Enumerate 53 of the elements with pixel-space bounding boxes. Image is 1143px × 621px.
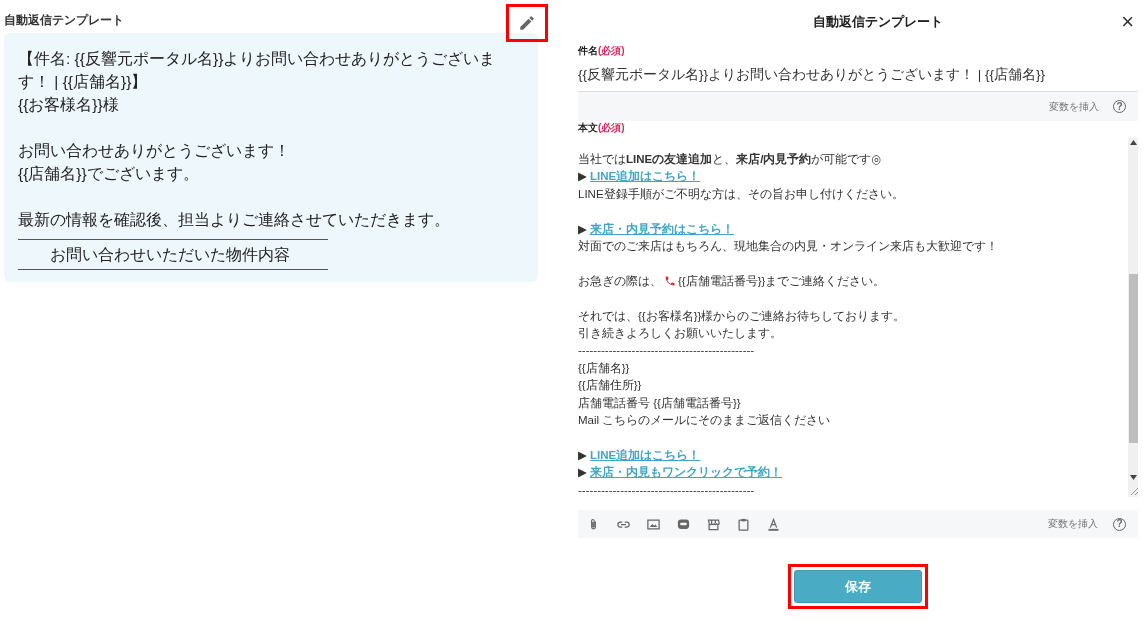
textcolor-tool-button[interactable]: [766, 516, 781, 532]
body-text: お急ぎの際は、: [578, 274, 662, 287]
insert-variable-button[interactable]: 変数を挿入: [1049, 99, 1099, 114]
preview-line: {{お客様名}}様: [18, 95, 120, 115]
triangle-marker: ▶: [578, 448, 587, 461]
field-label: 件名: [578, 44, 598, 58]
body-link[interactable]: 来店・内見もワンクリックで予約！: [590, 466, 783, 479]
body-text: {{店舗電話番号}}までご連絡ください。: [678, 274, 886, 287]
body-line: 引き続きよろしくお願いいたします。: [578, 326, 783, 341]
clipboard-tool-button[interactable]: [736, 516, 751, 532]
preview-line: 最新の情報を確認後、担当よりご連絡させていただきます。: [18, 210, 451, 230]
required-mark: (必須): [598, 44, 625, 58]
body-line: それでは、{{お客様名}}様からのご連絡お待ちしております。: [578, 308, 907, 324]
resize-grip-icon[interactable]: [1128, 486, 1138, 495]
body-line: 当社ではLINEの友達追加と、来店/内見予約が可能です◎: [578, 152, 883, 167]
triangle-marker: ▶: [578, 222, 587, 235]
text-color-icon: [766, 516, 781, 532]
store-tool-button[interactable]: [706, 516, 721, 532]
boxed-heading: お問い合わせいただいた物件内容: [18, 239, 328, 270]
triangle-marker: ▶: [578, 170, 587, 183]
body-line: 対面でのご来店はもちろん、現地集合の内見・オンライン来店も大歓迎です！: [578, 239, 999, 254]
dialog-title: 自動返信テンプレート: [811, 13, 944, 31]
preview-line: 【件名: {{反響元ポータル名}}よりお問い合わせありがとうございます！ | {{店舗名}}】: [18, 49, 497, 92]
preview-line: {{店舗名}}でございます。: [18, 164, 200, 184]
preview-line: お問い合わせありがとうございます！: [18, 141, 291, 161]
phone-icon: [664, 274, 676, 287]
scroll-down-icon: [1129, 475, 1137, 480]
scrollbar-thumb[interactable]: [1128, 274, 1138, 443]
edit-button[interactable]: [518, 14, 536, 32]
image-tool-button[interactable]: [646, 516, 661, 532]
clipboard-icon: [736, 516, 751, 532]
close-button[interactable]: ×: [1117, 11, 1138, 33]
pencil-icon: [518, 14, 536, 32]
body-link[interactable]: LINE追加はこちら！: [590, 448, 701, 461]
insert-variable-button[interactable]: 変数を挿入: [1048, 517, 1098, 531]
required-mark: (必須): [598, 121, 625, 135]
save-button[interactable]: 保存: [794, 570, 922, 603]
body-line: 店舗電話番号 {{店舗電話番号}}: [578, 395, 742, 411]
triangle-marker: ▶: [578, 466, 587, 479]
body-line: Mail こちらのメールにそのままご返信ください: [578, 413, 832, 429]
body-line: {{店舗住所}}: [578, 378, 643, 394]
panel-title: 自動返信テンプレート: [4, 12, 124, 29]
body-line: {{店舗名}}: [578, 360, 631, 376]
storefront-icon: [706, 516, 721, 532]
body-link[interactable]: 来店・内見予約はこちら！: [590, 222, 735, 235]
scrollbar[interactable]: [1128, 138, 1138, 497]
body-line: LINE登録手順がご不明な方は、その旨お申し付けください。: [578, 186, 905, 203]
body-line: ----------------------------------------------: [578, 343, 756, 359]
image-icon: [646, 516, 661, 532]
body-link[interactable]: LINE追加はこちら！: [590, 170, 701, 183]
body-line: ----------------------------------------------: [578, 482, 756, 497]
scroll-up-icon: [1129, 140, 1137, 145]
field-label: 本文: [578, 121, 598, 135]
